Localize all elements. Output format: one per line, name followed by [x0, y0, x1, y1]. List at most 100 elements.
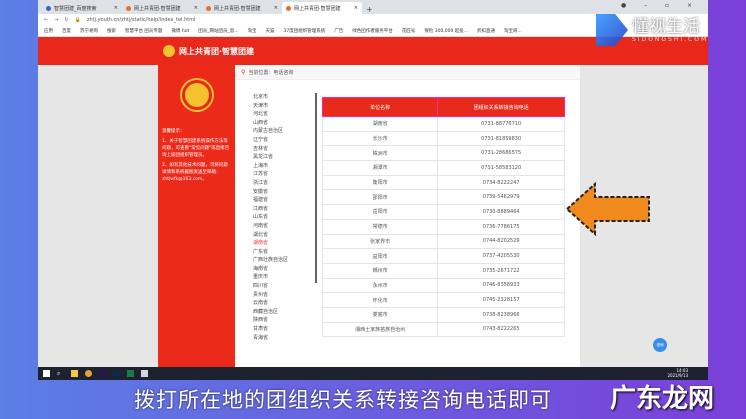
province-item[interactable]: 云南省 — [253, 299, 288, 308]
video-subtitle: 拨打所在地的团组织关系转接咨询电话即可 — [134, 388, 552, 412]
url-input[interactable]: zhtj.youth.cn/zhtj/static/help/index_tel… — [87, 17, 196, 23]
province-item[interactable]: 四川省 — [253, 282, 288, 291]
province-item[interactable]: 海南省 — [253, 265, 288, 274]
guangdong-watermark: 广东龙网 — [610, 384, 715, 414]
close-tab-icon[interactable]: × — [354, 5, 358, 11]
window-controls[interactable]: ● – ▫ × — [621, 2, 700, 9]
close-tab-icon[interactable]: × — [194, 5, 198, 11]
phone-cell: 0731-88776710 — [437, 116, 565, 132]
excel-icon[interactable] — [127, 370, 134, 377]
province-item[interactable]: 浙江省 — [253, 179, 288, 188]
bookmark-item[interactable]: 折扣直通 — [477, 28, 495, 34]
province-list-scrollbar[interactable] — [315, 93, 317, 283]
bookmark-item[interactable]: 37度团组织管理系统 — [284, 28, 326, 34]
province-item[interactable]: 湖南省 — [253, 239, 288, 248]
phone-cell: 0743-8222265 — [437, 321, 565, 338]
province-item[interactable]: 上海市 — [253, 162, 288, 171]
table-row: 张家界市 0744-8202529 — [321, 233, 565, 250]
province-item[interactable]: 吉林省 — [253, 145, 288, 154]
table-row: 湘潭市 0731-58583120 — [321, 160, 565, 176]
unit-cell: 衡阳市 — [321, 174, 439, 191]
browser-tab[interactable]: 网上共青团·智慧团建 × — [202, 2, 282, 14]
table-row: 常德市 0736-7786175 — [321, 218, 565, 235]
browser-tab[interactable]: 智慧团建_百度搜索 × — [42, 2, 122, 14]
system-clock[interactable]: 14:03 2021/9/13 — [667, 368, 688, 378]
province-item[interactable]: 河南省 — [253, 222, 288, 231]
bookmark-item[interactable]: 微博 hot — [171, 28, 189, 34]
dongshi-watermark: 懂视生活 SIDONGSHI.COM — [596, 14, 708, 46]
browser-tab[interactable]: 网上共青团·智慧团建 × — [122, 2, 202, 14]
bookmark-item[interactable]: 广告 — [334, 28, 343, 34]
table-row: 湘西土家族苗族自治州 0743-8222265 — [321, 321, 565, 338]
chrome-icon[interactable] — [85, 370, 92, 377]
province-item[interactable]: 西藏自治区 — [253, 308, 288, 317]
bookmark-item[interactable]: 保险 300,000 起投... — [424, 28, 468, 34]
consult-float-button[interactable]: 咨询 — [653, 338, 667, 352]
province-item[interactable]: 江苏省 — [253, 170, 288, 179]
province-item[interactable]: 河北省 — [253, 110, 288, 119]
search-icon[interactable]: ⌕ — [57, 370, 64, 377]
bookmark-item[interactable]: 搜索 — [107, 28, 116, 34]
province-item[interactable]: 安徽省 — [253, 188, 288, 197]
unit-cell: 湖南省 — [321, 116, 439, 132]
close-tab-icon[interactable]: × — [114, 5, 118, 11]
bookmark-item[interactable]: 花匠号 — [402, 28, 416, 34]
bookmark-item[interactable]: 苏宁易购 — [80, 28, 98, 34]
watermark-text: 懂视生活 — [632, 16, 700, 37]
bookmark-item[interactable]: 绿色团作者服务平台 — [352, 28, 393, 34]
unit-cell: 郴州市 — [321, 262, 439, 279]
province-item[interactable]: 辽宁省 — [253, 136, 288, 145]
app-icon[interactable] — [141, 370, 148, 377]
province-item[interactable]: 陕西省 — [253, 316, 288, 325]
pointing-arrow-icon — [565, 181, 650, 237]
location-pin-icon: ⚲ — [241, 68, 246, 76]
bookmark-item[interactable]: 团员_网站团员_思... — [198, 28, 238, 34]
site-logo[interactable]: 网上共青团·智慧团建 — [163, 45, 254, 57]
province-item[interactable]: 贵州省 — [253, 291, 288, 300]
tip-2: 2、如有其他技术问题，可将问题详情和系统截图发送至邮箱：zhtjwfk@163.… — [162, 163, 228, 182]
new-tab-button[interactable]: + — [366, 5, 373, 14]
province-item[interactable]: 黑龙江省 — [253, 153, 288, 162]
photoshop-icon[interactable] — [113, 370, 120, 377]
start-icon[interactable] — [43, 370, 50, 377]
table-row: 郴州市 0735-2671722 — [321, 262, 565, 279]
table-row: 衡阳市 0734-8222247 — [321, 174, 565, 191]
premiere-icon[interactable] — [99, 370, 106, 377]
column-header-phone: 团组织关系转接咨询电话 — [437, 97, 565, 117]
favicon-icon — [206, 5, 211, 11]
unit-cell: 张家界市 — [321, 233, 439, 250]
province-item[interactable]: 福建省 — [253, 196, 288, 205]
file-explorer-icon[interactable] — [71, 370, 78, 377]
province-item[interactable]: 青海省 — [253, 334, 288, 343]
bookmark-item[interactable]: 智慧平台 团员专题 — [125, 28, 162, 34]
province-item[interactable]: 山西省 — [253, 119, 288, 128]
province-item[interactable]: 山东省 — [253, 213, 288, 222]
bookmark-item[interactable]: 天猫 — [266, 28, 275, 34]
bookmark-item[interactable]: 淘宝 — [248, 28, 257, 34]
province-item[interactable]: 甘肃省 — [253, 325, 288, 334]
forward-icon[interactable]: → — [54, 17, 58, 23]
watermark-subtext: SIDONGSHI.COM — [632, 35, 709, 43]
table-row: 株洲市 0731-28686575 — [321, 145, 565, 162]
province-item[interactable]: 江西省 — [253, 205, 288, 214]
province-item[interactable]: 重庆市 — [253, 273, 288, 282]
phone-cell: 0731-81859830 — [437, 130, 565, 147]
bookmark-item[interactable]: 百度 — [62, 28, 71, 34]
phone-cell: 0730-8889464 — [437, 204, 565, 220]
province-item[interactable]: 湖北省 — [253, 231, 288, 240]
browser-tab-active[interactable]: 网上共青团·智慧团建 × — [282, 2, 362, 14]
province-item[interactable]: 内蒙古自治区 — [253, 127, 288, 136]
table-row: 邵阳市 0739-5462979 — [321, 189, 565, 206]
close-tab-icon[interactable]: × — [274, 5, 278, 11]
reload-icon[interactable]: ↻ — [64, 17, 68, 23]
province-item[interactable]: 北京市 — [253, 93, 288, 102]
bookmark-item[interactable]: 应用 — [44, 28, 53, 34]
unit-cell: 岳阳市 — [321, 204, 439, 220]
province-item[interactable]: 广西壮族自治区 — [253, 256, 288, 265]
province-item[interactable]: 天津市 — [253, 102, 288, 111]
phone-cell: 0746-8358933 — [437, 277, 565, 294]
province-item[interactable]: 广东省 — [253, 248, 288, 257]
phone-cell: 0737-4205530 — [437, 248, 565, 264]
back-icon[interactable]: ← — [44, 17, 48, 23]
bookmark-item[interactable]: 淘宝商... — [504, 28, 522, 34]
